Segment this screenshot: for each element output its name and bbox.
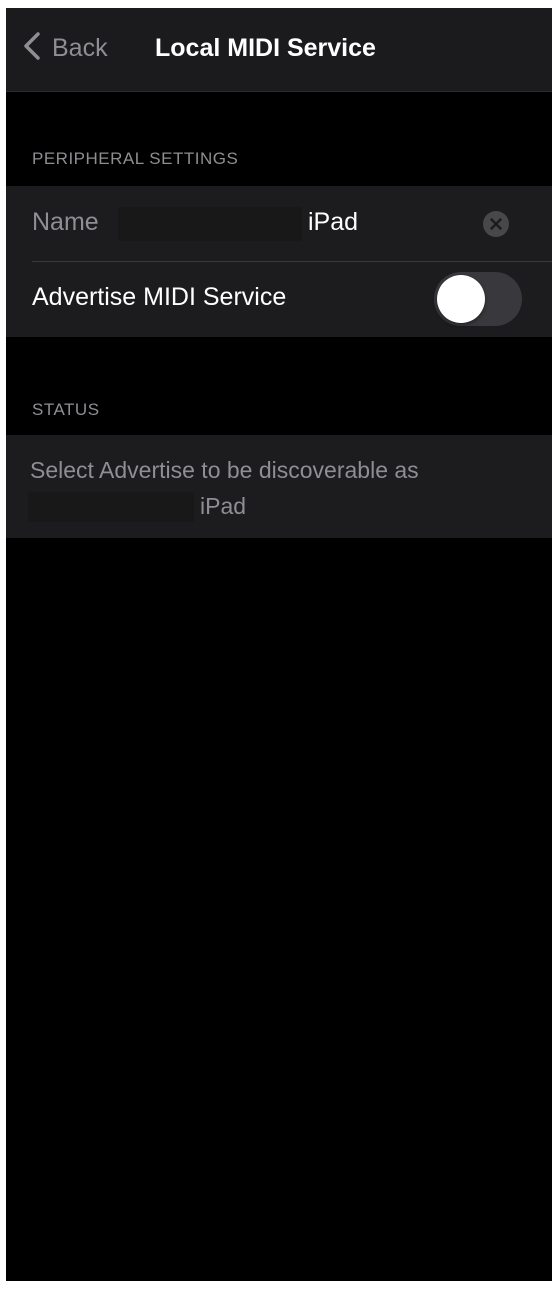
name-label: Name [32,208,99,236]
toggle-knob [437,275,485,323]
section-header-peripheral-settings: PERIPHERAL SETTINGS [32,149,239,168]
status-message: Select Advertise to be discoverable as [30,457,419,483]
section-header-status: STATUS [32,400,100,419]
back-label: Back [52,33,108,62]
status-group: Select Advertise to be discoverable as i… [6,435,552,538]
redacted-device-block [28,492,194,522]
advertise-toggle[interactable] [434,272,522,326]
screen: Back Local MIDI Service PERIPHERAL SETTI… [6,8,552,1281]
back-button[interactable]: Back [22,30,108,66]
peripheral-settings-group: Name iPad Advertise MIDI Service [6,186,552,337]
clear-circle-icon[interactable] [481,209,511,239]
chevron-left-icon [22,31,42,66]
name-field[interactable]: iPad [308,208,358,237]
redacted-name-block [118,207,302,241]
navigation-bar: Back Local MIDI Service [6,8,552,92]
advertise-label: Advertise MIDI Service [32,283,287,311]
name-row[interactable]: Name iPad [6,186,552,262]
advertise-row: Advertise MIDI Service [6,262,552,337]
status-device-name: iPad [200,493,247,519]
page-title: Local MIDI Service [155,34,376,62]
